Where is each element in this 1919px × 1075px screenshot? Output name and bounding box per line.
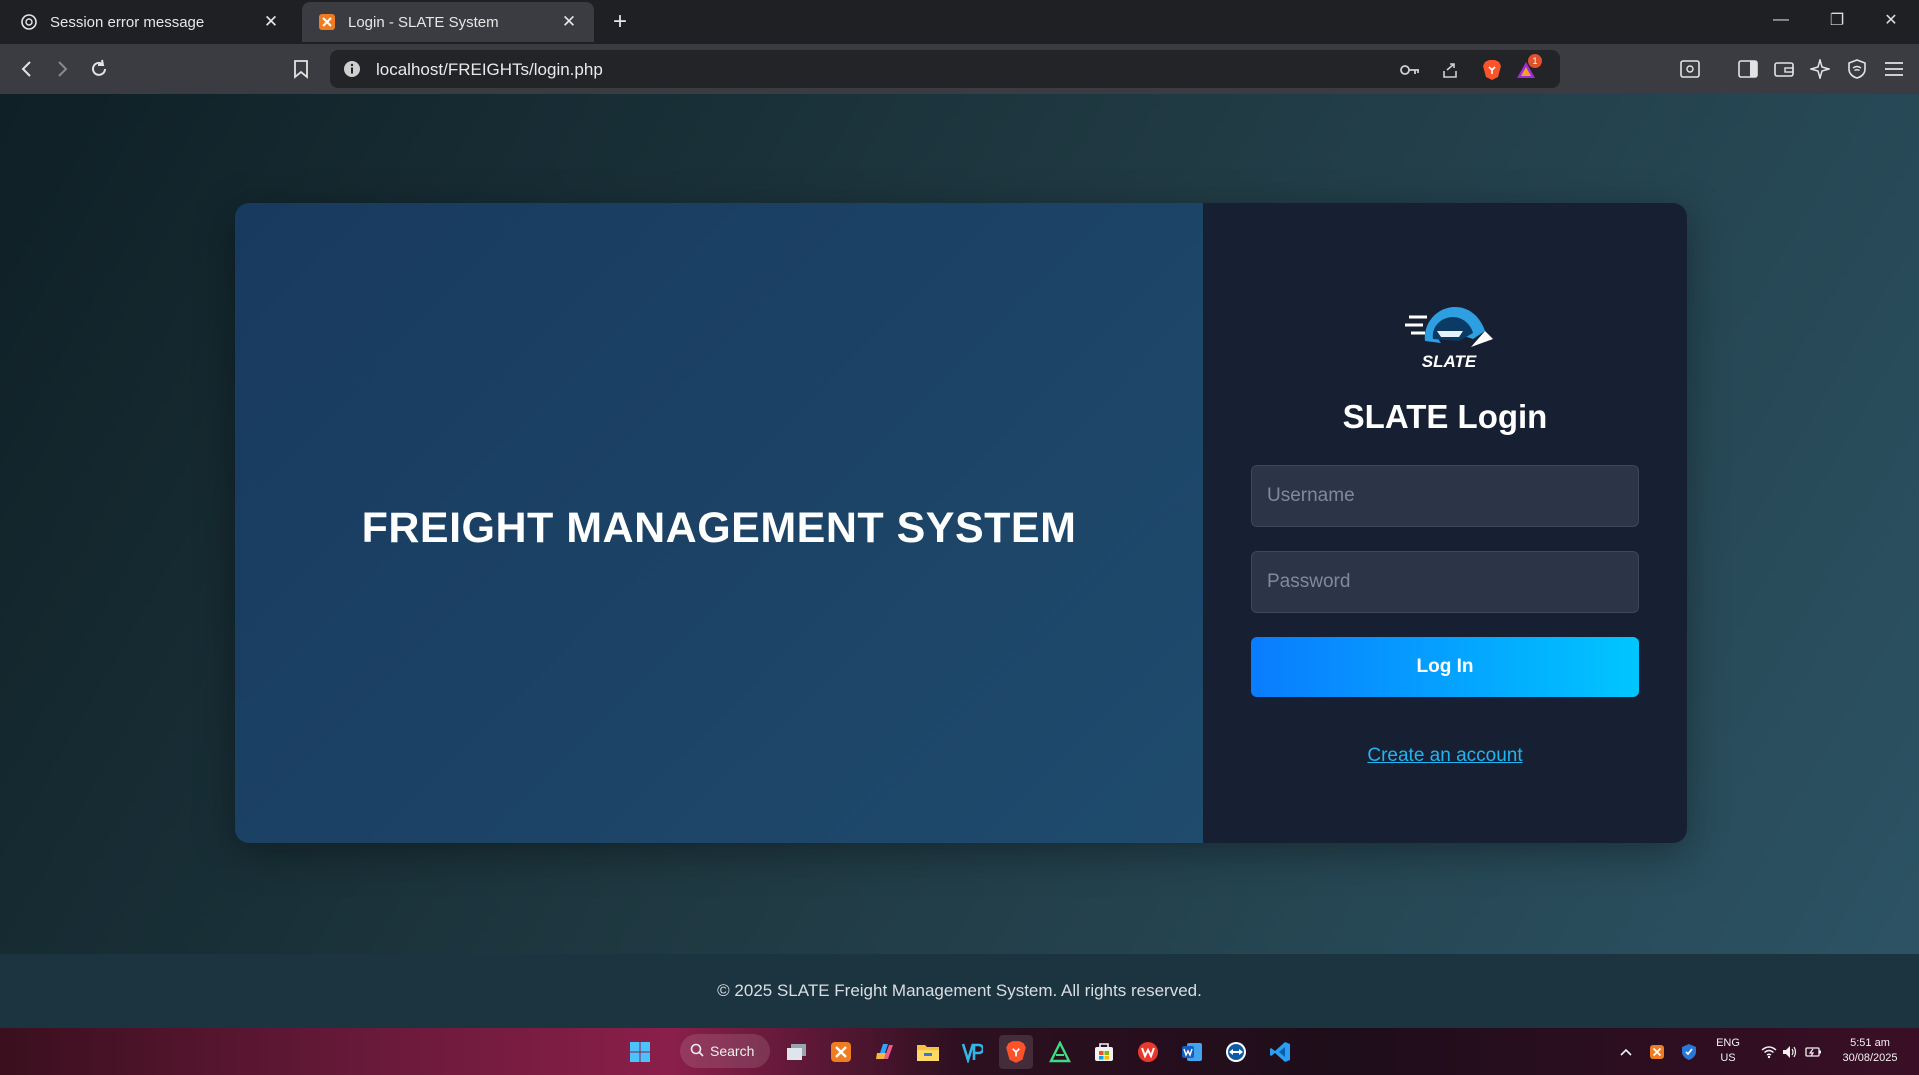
close-window-button[interactable]: ✕ [1863,0,1919,40]
chevron-up-icon[interactable] [1609,1035,1643,1069]
teamviewer-icon[interactable] [1219,1035,1253,1069]
vpn-icon[interactable] [1840,52,1874,86]
brave-rewards-icon[interactable]: 1 [1513,54,1542,83]
new-tab-button[interactable]: + [606,8,634,36]
slate-logo: SLATE [1405,307,1493,371]
login-card: FREIGHT MANAGEMENT SYSTEM SLATE SLATE Lo… [235,203,1687,843]
openai-icon [20,13,38,31]
tab-login[interactable]: Login - SLATE System ✕ [302,2,594,42]
sidebar-icon[interactable] [1731,52,1765,86]
key-icon[interactable] [1397,57,1423,83]
file-explorer-icon[interactable] [911,1035,945,1069]
vscode-icon[interactable] [1263,1035,1297,1069]
tab-title: Session error message [50,13,205,31]
close-icon[interactable]: ✕ [558,11,580,33]
footer-text: © 2025 SLATE Freight Management System. … [717,981,1202,1000]
date-label: 30/08/2025 [1842,1052,1898,1064]
xampp-tray-icon[interactable] [1640,1035,1674,1069]
task-view-icon[interactable] [780,1035,814,1069]
wallet-icon[interactable] [1767,52,1801,86]
tab-session-error[interactable]: Session error message ✕ [4,2,296,42]
restore-button[interactable]: ❐ [1809,0,1865,40]
login-title: SLATE Login [1342,398,1548,435]
visual-paradigm-icon[interactable] [955,1035,989,1069]
address-bar[interactable]: localhost/FREIGHTs/login.php 1 [330,50,1560,88]
copilot-icon[interactable] [868,1035,902,1069]
url-text: localhost/FREIGHTs/login.php [376,60,603,79]
svg-text:SLATE: SLATE [1422,352,1477,371]
password-input[interactable] [1251,551,1639,613]
share-icon[interactable] [1437,57,1463,83]
minimize-button[interactable]: — [1753,0,1809,40]
login-panel: SLATE SLATE Login Log In Create an accou… [1203,203,1687,843]
xampp-icon [318,13,336,31]
info-icon[interactable] [342,59,362,79]
brave-browser-icon[interactable] [999,1035,1033,1069]
leo-ai-icon[interactable] [1803,52,1837,86]
search-label: Search [710,1043,755,1059]
hero-panel: FREIGHT MANAGEMENT SYSTEM [235,203,1203,843]
back-button[interactable] [10,52,44,86]
clock[interactable]: 5:51 am 30/08/2025 [1830,1036,1910,1066]
xampp-icon[interactable] [824,1035,858,1069]
search-icon [690,1043,704,1060]
hero-title: FREIGHT MANAGEMENT SYSTEM [361,503,1077,552]
reload-button[interactable] [82,52,116,86]
microsoft-store-icon[interactable] [1087,1035,1121,1069]
browser-toolbar: localhost/FREIGHTs/login.php 1 [0,44,1919,94]
reader-mode-icon[interactable] [1673,52,1707,86]
forward-button[interactable] [45,52,79,86]
android-studio-icon[interactable] [1043,1035,1077,1069]
close-icon[interactable]: ✕ [260,11,282,33]
region-label: US [1720,1052,1736,1064]
language-indicator[interactable]: ENG US [1710,1036,1746,1066]
tab-bar: Session error message ✕ Login - SLATE Sy… [0,0,1919,44]
login-button[interactable]: Log In [1251,637,1639,697]
word-icon[interactable] [1175,1035,1209,1069]
taskbar-search[interactable]: Search [680,1034,770,1068]
bookmark-icon[interactable] [284,52,318,86]
menu-icon[interactable] [1877,52,1911,86]
page-background: FREIGHT MANAGEMENT SYSTEM SLATE SLATE Lo… [0,94,1919,954]
battery-icon[interactable] [1796,1035,1830,1069]
language-label: ENG [1716,1037,1740,1049]
create-account-link[interactable]: Create an account [1203,745,1687,767]
taskbar: Search ENG US 5:51 am 30/08/2025 [0,1028,1919,1075]
time-label: 5:51 am [1850,1037,1890,1049]
windows-start-icon[interactable] [623,1035,657,1069]
tab-title: Login - SLATE System [348,13,499,31]
notification-badge: 1 [1528,54,1542,68]
brave-shield-icon[interactable] [1479,57,1505,83]
wps-office-icon[interactable] [1131,1035,1165,1069]
username-input[interactable] [1251,465,1639,527]
security-tray-icon[interactable] [1672,1035,1706,1069]
